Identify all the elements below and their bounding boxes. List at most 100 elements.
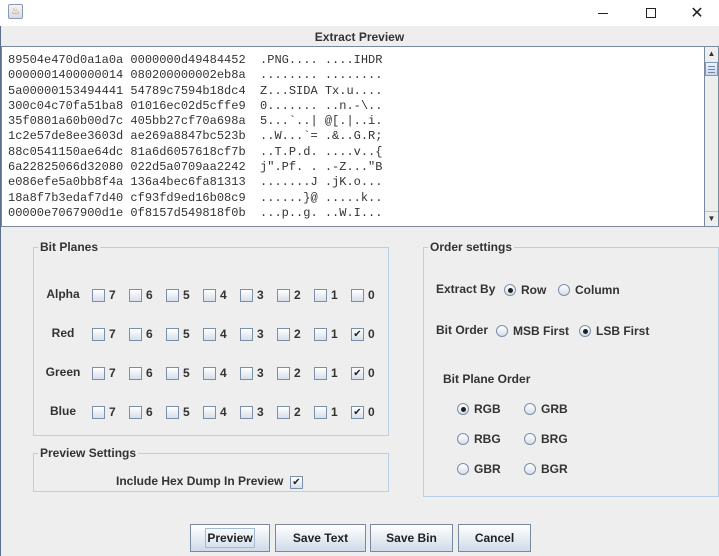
extract-by-label: Extract By [436, 282, 496, 296]
close-button[interactable]: ✕ [674, 0, 719, 26]
checkbox-unchecked[interactable] [240, 405, 253, 419]
checkbox-unchecked[interactable] [277, 366, 290, 380]
save-text-button[interactable]: Save Text [275, 524, 366, 552]
extract-by-radio-column[interactable]: Column [558, 283, 620, 297]
checkbox-alpha-bit-6[interactable]: 6 [129, 288, 153, 302]
checkbox-unchecked[interactable] [166, 327, 179, 341]
extract-by-radio-row[interactable]: Row [504, 283, 546, 297]
bit-plane-order-radio-rgb[interactable]: RGB [457, 402, 501, 416]
minimize-button[interactable] [580, 0, 626, 26]
checkbox-unchecked[interactable] [240, 366, 253, 380]
checkbox-blue-bit-5[interactable]: 5 [166, 405, 190, 419]
radio-selected[interactable] [579, 325, 591, 337]
checkbox-unchecked[interactable] [203, 366, 216, 380]
checkbox-red-bit-5[interactable]: 5 [166, 327, 190, 341]
radio-unselected[interactable] [558, 284, 570, 296]
checkbox-unchecked[interactable] [277, 288, 290, 302]
checkbox-red-bit-7[interactable]: 7 [92, 327, 116, 341]
cancel-button[interactable]: Cancel [458, 524, 531, 552]
include-hex-checkbox[interactable]: ✔ [290, 476, 303, 489]
checkbox-unchecked[interactable] [314, 405, 327, 419]
checkbox-unchecked[interactable] [129, 288, 142, 302]
checkbox-unchecked[interactable] [314, 327, 327, 341]
bit-plane-order-radio-bgr[interactable]: BGR [524, 462, 568, 476]
radio-selected[interactable] [457, 403, 469, 415]
checkbox-red-bit-1[interactable]: 1 [314, 327, 338, 341]
checkbox-green-bit-1[interactable]: 1 [314, 366, 338, 380]
checkbox-blue-bit-2[interactable]: 2 [277, 405, 301, 419]
checkbox-blue-bit-0[interactable]: ✔ 0 [351, 405, 375, 419]
checkbox-alpha-bit-1[interactable]: 1 [314, 288, 338, 302]
bit-label: 3 [257, 366, 264, 380]
bit-plane-order-radio-gbr[interactable]: GBR [457, 462, 501, 476]
hex-preview-area[interactable]: 89504e470d0a1a0a 0000000d49484452 .PNG..… [1, 46, 704, 227]
checkbox-unchecked[interactable] [351, 288, 364, 302]
checkbox-green-bit-0[interactable]: ✔ 0 [351, 366, 375, 380]
radio-unselected[interactable] [496, 325, 508, 337]
checkbox-unchecked[interactable] [166, 366, 179, 380]
radio-unselected[interactable] [524, 403, 536, 415]
checkbox-green-bit-5[interactable]: 5 [166, 366, 190, 380]
checkbox-unchecked[interactable] [240, 288, 253, 302]
checkbox-unchecked[interactable] [129, 327, 142, 341]
checkbox-unchecked[interactable] [203, 327, 216, 341]
checkbox-red-bit-2[interactable]: 2 [277, 327, 301, 341]
checkbox-red-bit-6[interactable]: 6 [129, 327, 153, 341]
checkbox-green-bit-2[interactable]: 2 [277, 366, 301, 380]
checkbox-blue-bit-6[interactable]: 6 [129, 405, 153, 419]
checkbox-unchecked[interactable] [129, 405, 142, 419]
checkbox-unchecked[interactable] [166, 288, 179, 302]
checkbox-unchecked[interactable] [314, 366, 327, 380]
bit-plane-order-radio-brg[interactable]: BRG [524, 432, 568, 446]
scroll-up-button[interactable]: ▲ [705, 47, 718, 61]
checkbox-unchecked[interactable] [92, 288, 105, 302]
vertical-scrollbar[interactable]: ▲ ▼ [704, 46, 719, 227]
checkbox-unchecked[interactable] [129, 366, 142, 380]
checkbox-unchecked[interactable] [166, 405, 179, 419]
checkbox-green-bit-7[interactable]: 7 [92, 366, 116, 380]
radio-unselected[interactable] [524, 433, 536, 445]
checkbox-unchecked[interactable] [277, 327, 290, 341]
bit-plane-order-radio-rbg[interactable]: RBG [457, 432, 501, 446]
checkbox-green-bit-4[interactable]: 4 [203, 366, 227, 380]
checkbox-red-bit-3[interactable]: 3 [240, 327, 264, 341]
checkbox-alpha-bit-3[interactable]: 3 [240, 288, 264, 302]
scroll-thumb[interactable] [705, 62, 718, 76]
checkbox-unchecked[interactable] [92, 366, 105, 380]
checkbox-unchecked[interactable] [277, 405, 290, 419]
checkbox-alpha-bit-4[interactable]: 4 [203, 288, 227, 302]
checkbox-unchecked[interactable] [203, 288, 216, 302]
checkbox-unchecked[interactable] [92, 405, 105, 419]
bit-order-radio-msb-first[interactable]: MSB First [496, 324, 569, 338]
checkbox-blue-bit-4[interactable]: 4 [203, 405, 227, 419]
checkbox-alpha-bit-7[interactable]: 7 [92, 288, 116, 302]
checkbox-checked[interactable]: ✔ [351, 327, 364, 341]
bit-order-radio-lsb-first[interactable]: LSB First [579, 324, 649, 338]
checkbox-alpha-bit-0[interactable]: 0 [351, 288, 375, 302]
radio-unselected[interactable] [457, 433, 469, 445]
checkbox-blue-bit-7[interactable]: 7 [92, 405, 116, 419]
checkbox-blue-bit-1[interactable]: 1 [314, 405, 338, 419]
bit-label: 6 [146, 327, 153, 341]
checkbox-checked[interactable]: ✔ [351, 405, 364, 419]
maximize-button[interactable] [628, 0, 674, 26]
radio-unselected[interactable] [524, 463, 536, 475]
checkbox-red-bit-4[interactable]: 4 [203, 327, 227, 341]
checkbox-red-bit-0[interactable]: ✔ 0 [351, 327, 375, 341]
preview-button[interactable]: Preview [190, 524, 270, 552]
checkbox-alpha-bit-2[interactable]: 2 [277, 288, 301, 302]
checkbox-blue-bit-3[interactable]: 3 [240, 405, 264, 419]
bit-plane-order-radio-grb[interactable]: GRB [524, 402, 568, 416]
radio-selected[interactable] [504, 284, 516, 296]
checkbox-checked[interactable]: ✔ [351, 366, 364, 380]
checkbox-alpha-bit-5[interactable]: 5 [166, 288, 190, 302]
radio-unselected[interactable] [457, 463, 469, 475]
scroll-down-button[interactable]: ▼ [705, 211, 718, 226]
checkbox-green-bit-3[interactable]: 3 [240, 366, 264, 380]
checkbox-green-bit-6[interactable]: 6 [129, 366, 153, 380]
checkbox-unchecked[interactable] [314, 288, 327, 302]
save-bin-button[interactable]: Save Bin [370, 524, 453, 552]
checkbox-unchecked[interactable] [92, 327, 105, 341]
checkbox-unchecked[interactable] [203, 405, 216, 419]
checkbox-unchecked[interactable] [240, 327, 253, 341]
